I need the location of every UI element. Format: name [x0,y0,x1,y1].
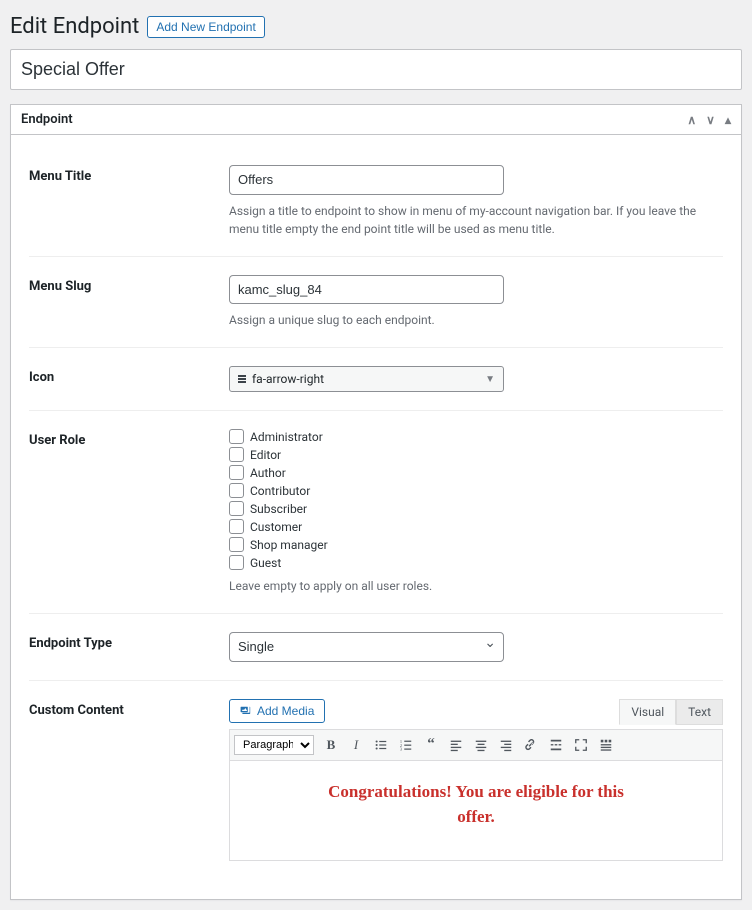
align-right-icon[interactable] [494,733,518,757]
menu-title-input[interactable] [229,165,504,195]
user-role-list: Administrator Editor Author Contributor … [229,429,723,570]
post-title-input[interactable] [11,50,741,89]
fullscreen-icon[interactable] [569,733,593,757]
bold-icon[interactable]: B [319,733,343,757]
editor-tab-text[interactable]: Text [676,699,723,725]
bars-icon [238,375,246,383]
read-more-icon[interactable] [544,733,568,757]
endpoint-type-select[interactable]: Single [229,632,504,662]
blockquote-icon[interactable]: “ [419,733,443,757]
post-title-wrap [10,49,742,90]
role-checkbox[interactable]: Guest [229,555,723,570]
align-center-icon[interactable] [469,733,493,757]
align-left-icon[interactable] [444,733,468,757]
custom-content-label: Custom Content [29,699,229,861]
user-role-label: User Role [29,429,229,595]
endpoint-type-label: Endpoint Type [29,632,229,662]
role-checkbox[interactable]: Contributor [229,483,723,498]
endpoint-metabox: Endpoint ∧ ∨ ▴ Menu Title Assign a title… [10,104,742,900]
role-checkbox[interactable]: Customer [229,519,723,534]
editor-tab-visual[interactable]: Visual [619,699,676,725]
role-checkbox[interactable]: Administrator [229,429,723,444]
add-media-button[interactable]: Add Media [229,699,325,723]
role-checkbox[interactable]: Shop manager [229,537,723,552]
menu-title-help: Assign a title to endpoint to show in me… [229,202,699,238]
menu-slug-help: Assign a unique slug to each endpoint. [229,311,699,329]
panel-move-down-icon[interactable]: ∨ [706,113,715,127]
chevron-down-icon: ▼ [485,374,495,385]
numbered-list-icon[interactable]: 123 [394,733,418,757]
panel-move-up-icon[interactable]: ∧ [687,113,696,127]
icon-label: Icon [29,366,229,392]
add-new-endpoint-button[interactable]: Add New Endpoint [147,16,264,38]
role-checkbox[interactable]: Subscriber [229,501,723,516]
toolbar-toggle-icon[interactable] [594,733,618,757]
svg-text:3: 3 [400,746,403,751]
page-title: Edit Endpoint [10,14,139,39]
user-role-help: Leave empty to apply on all user roles. [229,577,699,595]
icon-selected-value: fa-arrow-right [252,372,324,386]
content-text: Congratulations! You are eligible for th… [326,779,626,830]
icon-select[interactable]: fa-arrow-right ▼ [229,366,504,392]
editor-toolbar: Paragraph B I 123 “ [229,729,723,761]
bullet-list-icon[interactable] [369,733,393,757]
menu-slug-input[interactable] [229,275,504,305]
editor-content-area[interactable]: Congratulations! You are eligible for th… [229,761,723,861]
italic-icon[interactable]: I [344,733,368,757]
link-icon[interactable] [519,733,543,757]
menu-title-label: Menu Title [29,165,229,238]
metabox-title: Endpoint [21,112,73,127]
media-icon [240,705,252,717]
role-checkbox[interactable]: Editor [229,447,723,462]
role-checkbox[interactable]: Author [229,465,723,480]
menu-slug-label: Menu Slug [29,275,229,330]
panel-toggle-icon[interactable]: ▴ [725,113,731,127]
